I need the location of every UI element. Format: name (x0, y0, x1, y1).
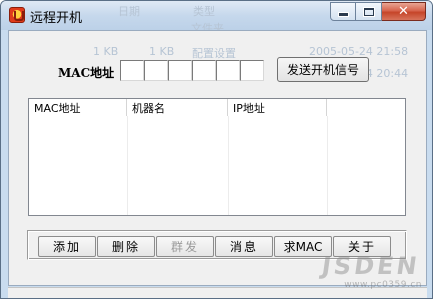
ghost-text: 配置设置 (192, 47, 236, 60)
column-header-extra[interactable] (327, 99, 405, 116)
close-button[interactable]: ✕ (382, 2, 426, 21)
about-button[interactable]: 关于 (333, 236, 391, 257)
mac-field-6[interactable] (240, 60, 264, 81)
column-divider (127, 116, 128, 215)
mac-field-4[interactable] (192, 60, 216, 81)
ghost-text: 类型 (193, 5, 215, 18)
ghost-text: 1 KB (149, 45, 175, 58)
mac-address-label: MAC地址 (58, 66, 115, 80)
list-body[interactable] (29, 116, 405, 215)
delete-button[interactable]: 删除 (97, 236, 155, 257)
window-title: 远程开机 (30, 11, 83, 26)
column-divider (327, 116, 328, 215)
column-header-machine-name[interactable]: 机器名 (127, 99, 228, 116)
maximize-button[interactable] (356, 2, 382, 21)
client-area: 1 KB 1 KB 配置设置 2005-05-24 21:58 2005-05-… (8, 30, 427, 286)
ghost-text: 1 KB (93, 45, 119, 58)
maximize-icon (356, 3, 381, 20)
column-header-mac[interactable]: MAC地址 (29, 99, 127, 116)
minimize-button[interactable] (330, 2, 356, 21)
add-button[interactable]: 添加 (38, 236, 96, 257)
mac-field-5[interactable] (216, 60, 240, 81)
action-button-panel: 添加 删除 群发 消息 求MAC 关于 (27, 230, 407, 260)
status-bar (8, 287, 427, 298)
mac-field-1[interactable] (120, 60, 144, 81)
mac-field-3[interactable] (168, 60, 192, 81)
column-divider (228, 116, 229, 215)
app-icon (9, 7, 25, 23)
ghost-text: 日期 (118, 5, 140, 18)
app-window: 日期 类型 文件夹 远程开机 ✕ 1 KB 1 KB 配置设置 2005-05-… (0, 0, 433, 299)
mac-field-2[interactable] (144, 60, 168, 81)
mass-send-button[interactable]: 群发 (156, 236, 214, 257)
mac-address-fields (120, 60, 264, 81)
send-wake-signal-button[interactable]: 发送开机信号 (277, 57, 369, 82)
machine-list[interactable]: MAC地址 机器名 IP地址 (28, 98, 406, 216)
get-mac-button[interactable]: 求MAC (274, 236, 332, 257)
message-button[interactable]: 消息 (215, 236, 273, 257)
column-header-ip[interactable]: IP地址 (228, 99, 327, 116)
caption-buttons: ✕ (330, 2, 426, 21)
close-icon: ✕ (398, 4, 409, 19)
minimize-icon (331, 3, 355, 20)
title-bar[interactable]: 日期 类型 文件夹 远程开机 ✕ (1, 1, 432, 35)
list-header: MAC地址 机器名 IP地址 (29, 99, 405, 116)
